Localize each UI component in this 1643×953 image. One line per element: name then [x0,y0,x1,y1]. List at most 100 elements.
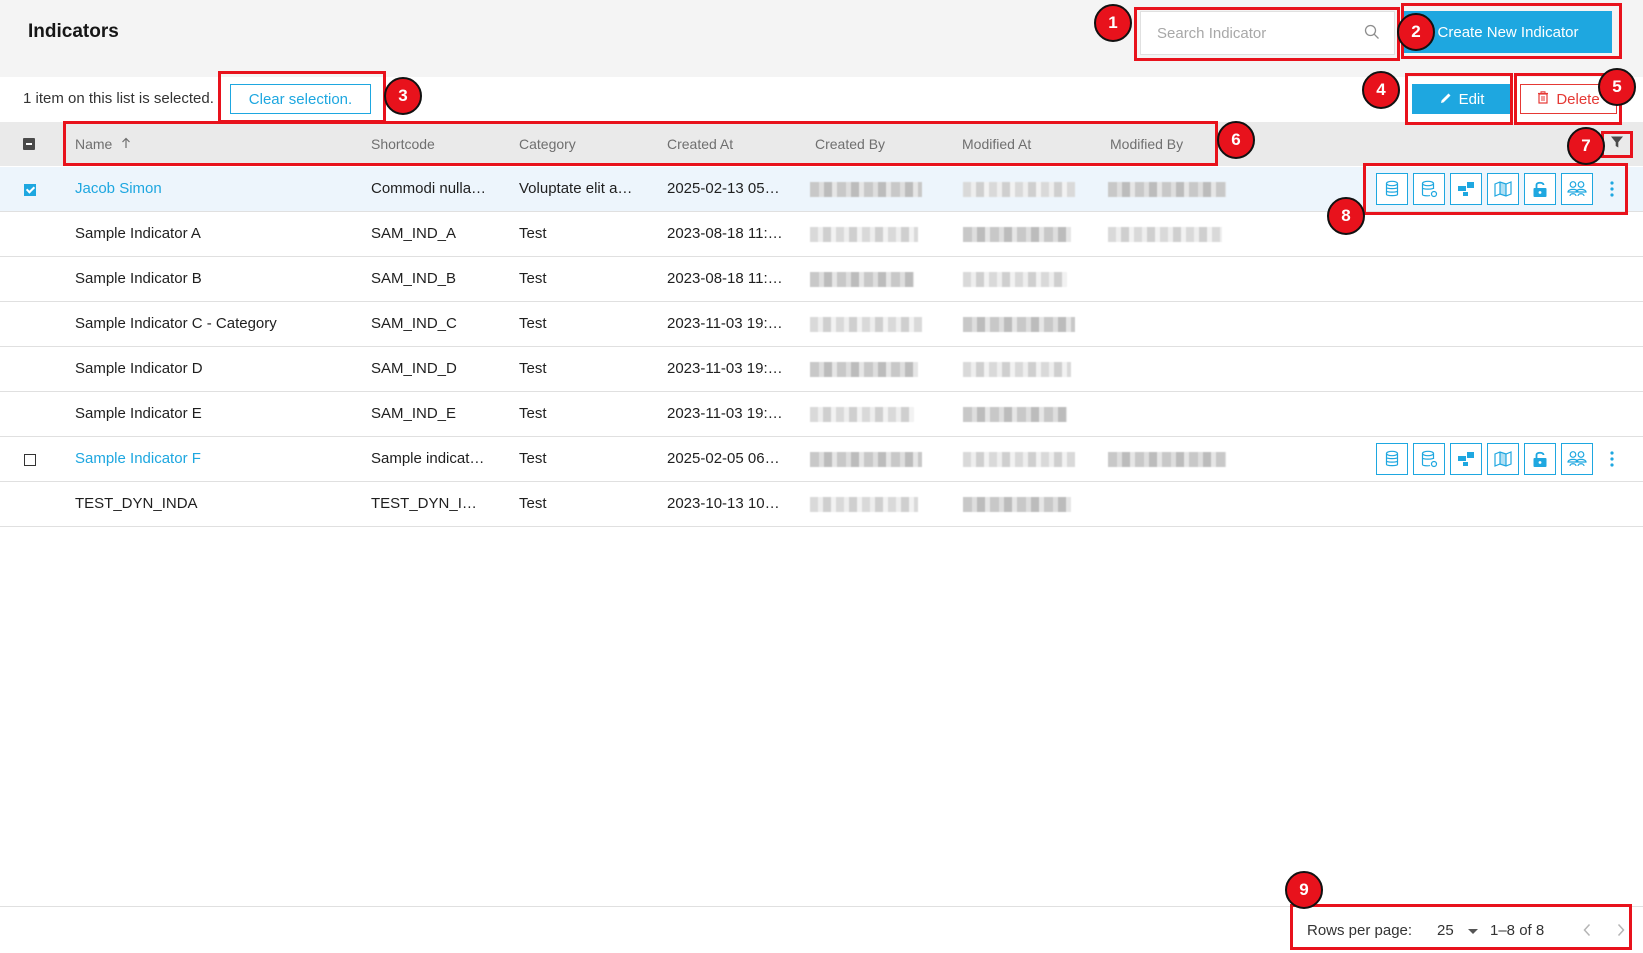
annotation-marker-8: 8 [1327,197,1365,235]
more-vertical-icon[interactable] [1604,173,1620,205]
redacted-created-by [810,497,918,512]
more-vertical-icon[interactable] [1604,443,1620,475]
selection-count-text: 1 item on this list is selected. [23,90,214,107]
annotation-marker-1: 1 [1094,4,1132,42]
column-header-modified-by[interactable]: Modified By [1110,136,1183,152]
unlock-icon[interactable] [1524,443,1556,475]
redacted-modified-at [963,317,1075,332]
unlock-icon[interactable] [1524,173,1556,205]
row-checkbox[interactable] [24,454,36,466]
table-row[interactable]: Sample Indicator F Sample indicat… Test 202… [0,437,1643,482]
map-icon[interactable] [1487,173,1519,205]
redacted-modified-at [963,182,1075,197]
cell-created-at: 2023-11-03 19:… [667,405,783,422]
table-header: Name Shortcode Category Created At Creat… [0,122,1643,166]
redacted-modified-at [963,497,1071,512]
column-header-created-by[interactable]: Created By [815,136,885,152]
cell-shortcode: SAM_IND_E [371,405,457,422]
page-header: Indicators Create New Indicator [0,0,1643,77]
database-icon[interactable] [1376,443,1408,475]
database-icon[interactable] [1376,173,1408,205]
table-row[interactable]: Sample Indicator D SAM_IND_D Test 2023-11-0… [0,347,1643,392]
pagination-bar: Rows per page: 25 1–8 of 8 [0,906,1643,953]
rows-per-page-label: Rows per page: [1307,922,1413,939]
cell-name: Sample Indicator D [75,360,203,377]
cell-shortcode: SAM_IND_B [371,270,457,287]
chevron-down-icon [1467,922,1478,939]
edit-label: Edit [1458,90,1485,108]
cell-shortcode: Commodi nulla… [371,180,487,197]
cell-name: TEST_DYN_INDA [75,495,198,512]
cell-category: Test [519,360,547,377]
cell-name: Sample Indicator E [75,405,202,422]
cell-name: Sample Indicator A [75,225,201,242]
cell-name[interactable]: Jacob Simon [75,180,345,197]
users-icon[interactable] [1561,173,1593,205]
cell-shortcode: Sample indicat… [371,450,485,467]
rows-per-page-select[interactable]: 25 [1437,922,1478,939]
rows-per-page-value: 25 [1437,922,1454,939]
redacted-created-by [810,182,922,197]
redacted-created-by [810,317,922,332]
column-header-shortcode[interactable]: Shortcode [371,136,435,152]
annotation-marker-6: 6 [1217,121,1255,159]
redacted-modified-at [963,452,1075,467]
widget-icon[interactable] [1450,173,1482,205]
search-input[interactable] [1157,24,1357,42]
redacted-modified-by [1108,452,1226,467]
column-header-category[interactable]: Category [519,136,576,152]
create-new-indicator-button[interactable]: Create New Indicator [1404,11,1612,53]
table-row[interactable]: Sample Indicator C - Category SAM_IND_C Te… [0,302,1643,347]
table-row[interactable]: Jacob Simon Commodi nulla… Voluptate elit … [0,167,1643,212]
redacted-modified-by [1108,227,1222,242]
column-header-name[interactable]: Name [75,136,132,152]
cell-category: Voluptate elit a… [519,180,633,197]
chevron-left-icon[interactable] [1582,923,1592,942]
redacted-modified-at [963,272,1067,287]
edit-button[interactable]: Edit [1412,84,1512,114]
table-row[interactable]: Sample Indicator E SAM_IND_E Test 2023-11-0… [0,392,1643,437]
search-box[interactable] [1140,11,1395,55]
cell-created-at: 2025-02-05 06… [667,450,780,467]
redacted-created-by [810,452,922,467]
clear-selection-button[interactable]: Clear selection. [230,84,371,114]
redacted-modified-at [963,362,1071,377]
trash-icon [1537,90,1549,108]
redacted-modified-at [963,227,1071,242]
cell-created-at: 2025-02-13 05… [667,180,780,197]
pencil-icon [1440,91,1452,108]
cell-created-at: 2023-11-03 19:… [667,315,783,332]
chevron-right-icon[interactable] [1616,923,1626,942]
cell-shortcode: SAM_IND_C [371,315,457,332]
table-row[interactable]: Sample Indicator B SAM_IND_B Test 2023-08-1… [0,257,1643,302]
cell-created-at: 2023-10-13 10… [667,495,780,512]
indicators-page: Indicators Create New Indicator 1 item o… [0,0,1643,953]
users-icon[interactable] [1561,443,1593,475]
cell-category: Test [519,270,547,287]
row-checkbox[interactable] [24,184,36,196]
annotation-marker-7: 7 [1567,127,1605,165]
search-icon[interactable] [1364,24,1380,45]
table-row[interactable]: TEST_DYN_INDA TEST_DYN_I… Test 2023-10-13 1… [0,482,1643,527]
redacted-created-by [810,272,914,287]
select-all-checkbox[interactable] [23,138,35,150]
cell-created-at: 2023-11-03 19:… [667,360,783,377]
cell-shortcode: TEST_DYN_I… [371,495,477,512]
database-settings-icon[interactable] [1413,443,1445,475]
column-header-created-at[interactable]: Created At [667,136,733,152]
page-title: Indicators [28,21,119,42]
database-settings-icon[interactable] [1413,173,1445,205]
cell-name: Sample Indicator C - Category [75,315,277,332]
sort-ascending-icon [120,136,132,152]
column-header-modified-at[interactable]: Modified At [962,136,1031,152]
map-icon[interactable] [1487,443,1519,475]
filter-icon[interactable] [1610,135,1624,154]
cell-category: Test [519,315,547,332]
widget-icon[interactable] [1450,443,1482,475]
table-row[interactable]: Sample Indicator A SAM_IND_A Test 2023-08-1… [0,212,1643,257]
cell-created-at: 2023-08-18 11:… [667,270,783,287]
annotation-marker-4: 4 [1362,71,1400,109]
cell-name[interactable]: Sample Indicator F [75,450,345,467]
annotation-marker-2: 2 [1397,13,1435,51]
cell-shortcode: SAM_IND_A [371,225,457,242]
